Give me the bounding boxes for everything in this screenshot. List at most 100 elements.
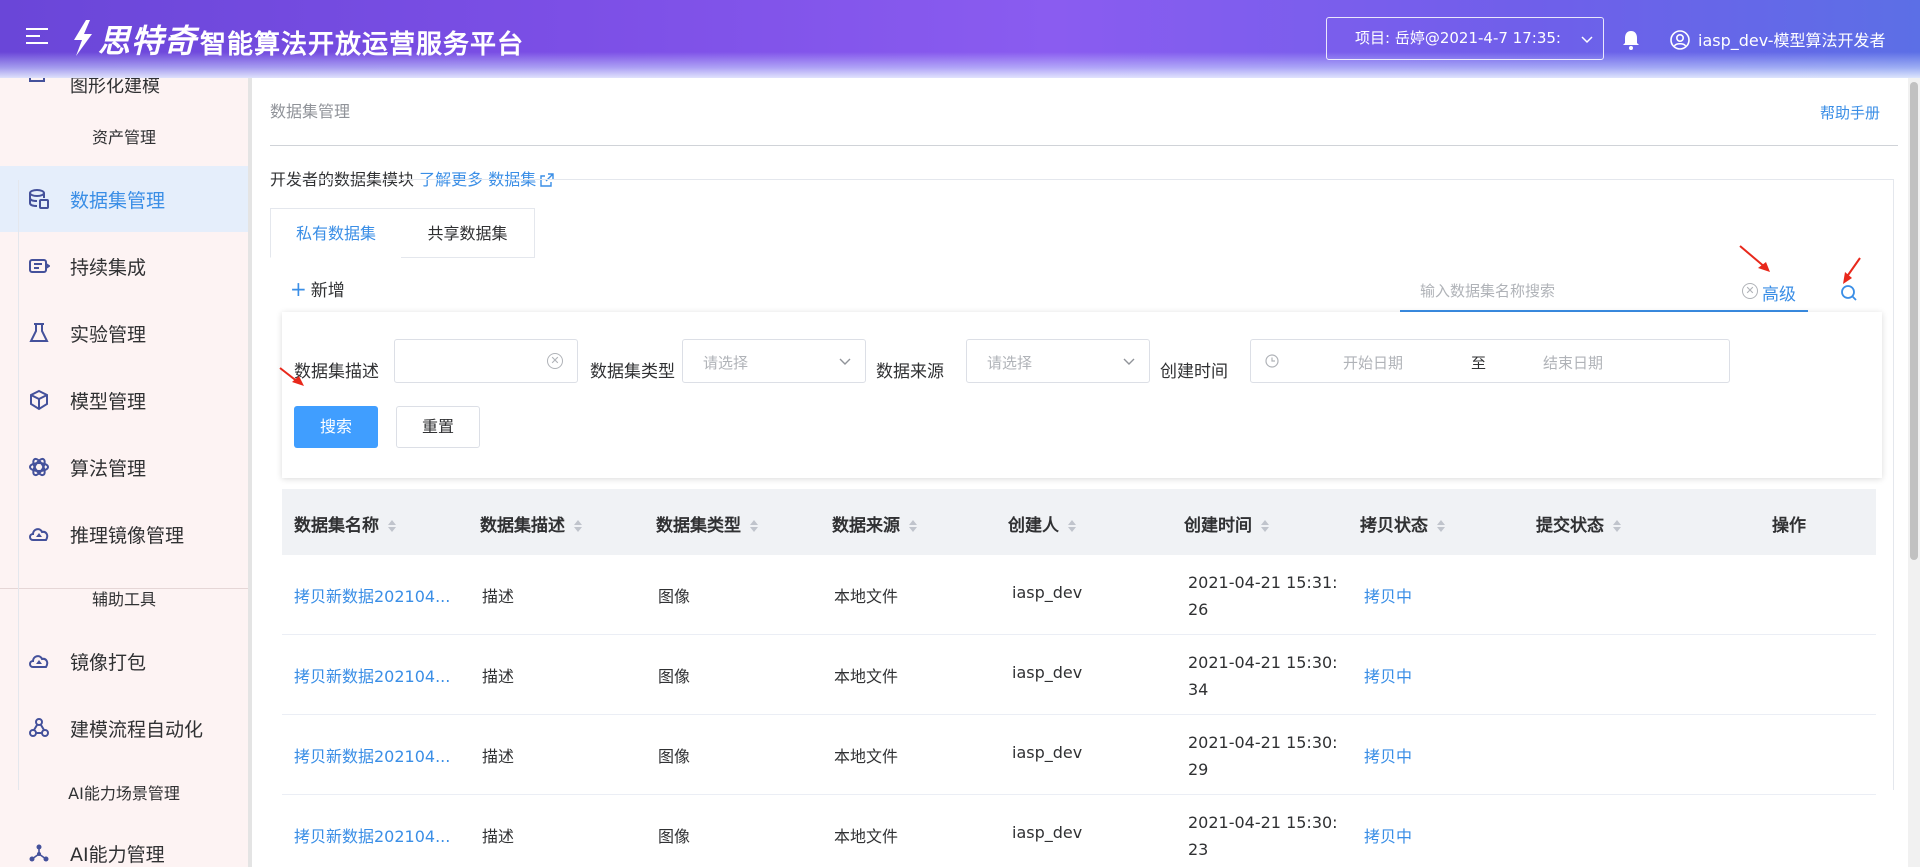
dataset-type: 图像 [658, 587, 691, 606]
cloud-package-icon [29, 655, 49, 668]
col-label: 数据集类型 [656, 516, 741, 536]
clear-icon[interactable]: ✕ [1742, 283, 1758, 299]
sort-icon [1068, 520, 1076, 532]
cloud-icon [29, 528, 49, 541]
filter-time-label: 创建时间 [1160, 362, 1228, 382]
copy-status[interactable]: 拷贝中 [1364, 823, 1412, 847]
sort-icon [1613, 520, 1621, 532]
search-button[interactable]: 搜索 [294, 406, 378, 448]
dataset-desc: 描述 [482, 667, 515, 686]
col-creator[interactable]: 创建人 [1008, 511, 1077, 536]
database-icon [29, 189, 49, 209]
scrollbar-thumb[interactable] [1910, 82, 1918, 560]
creator: iasp_dev [1012, 583, 1083, 602]
filter-type-select[interactable]: 请选择 [682, 339, 866, 383]
sidebar-item-image-package[interactable]: 镜像打包 [0, 628, 248, 694]
advanced-filter-panel: 数据集描述 ✕ 数据集类型 请选择 数据来源 请选择 创建时间 开始日期 至 结… [282, 312, 1882, 478]
dataset-name-link[interactable]: 拷贝新数据202104... [294, 583, 454, 607]
network-icon [29, 844, 49, 862]
sort-icon [388, 520, 396, 532]
sort-icon [1261, 520, 1269, 532]
sidebar-item-label: 推理镜像管理 [70, 525, 185, 547]
add-button[interactable]: + 新增 [290, 276, 345, 301]
dataset-desc: 描述 [482, 587, 515, 606]
page-scrollbar[interactable] [1908, 78, 1920, 867]
flow-icon [29, 718, 49, 737]
sidebar-item-ci[interactable]: 持续集成 [0, 233, 248, 299]
col-dataset-type[interactable]: 数据集类型 [656, 511, 759, 536]
dataset-name-link[interactable]: 拷贝新数据202104... [294, 743, 454, 767]
sidebar-group-tools: 辅助工具 [91, 590, 156, 609]
sidebar-item-label: 镜像打包 [70, 652, 147, 674]
chevron-down-icon [1581, 36, 1593, 44]
advanced-search-link[interactable]: 高级 [1762, 280, 1796, 305]
dataset-name-link[interactable]: 拷贝新数据202104... [294, 823, 454, 847]
tab-frame-left [18, 180, 19, 790]
add-label: 新增 [310, 281, 345, 301]
filter-source-select[interactable]: 请选择 [966, 339, 1150, 383]
clear-icon[interactable]: ✕ [547, 353, 563, 369]
user-menu[interactable]: iasp_dev-模型算法开发者 [1670, 27, 1886, 51]
col-create-time[interactable]: 创建时间 [1184, 511, 1270, 536]
filter-desc-input[interactable]: ✕ [394, 339, 578, 383]
sidebar-item-label: AI能力管理 [70, 844, 165, 866]
plus-icon: + [290, 277, 307, 301]
sidebar-item-label: 持续集成 [70, 257, 147, 279]
sort-icon [574, 520, 582, 532]
col-dataset-name[interactable]: 数据集名称 [294, 511, 397, 536]
annotation-arrow-icon [1843, 257, 1861, 284]
reset-button[interactable]: 重置 [396, 406, 480, 448]
sidebar-item-experiment[interactable]: 实验管理 [0, 300, 248, 366]
data-source: 本地文件 [834, 667, 899, 686]
logo-bolt-icon [74, 20, 92, 56]
annotation-arrow-icon [279, 367, 304, 386]
sidebar-item-model[interactable]: 模型管理 [0, 367, 248, 433]
creator: iasp_dev [1012, 743, 1083, 762]
date-range-separator: 至 [1471, 354, 1487, 372]
table-row: 拷贝新数据202104... 描述 图像 本地文件 iasp_dev 2021-… [282, 635, 1876, 715]
menu-toggle-icon[interactable] [26, 28, 48, 48]
sort-icon [1437, 520, 1445, 532]
dataset-type: 图像 [658, 747, 691, 766]
sort-icon [909, 520, 917, 532]
dataset-name-link[interactable]: 拷贝新数据202104... [294, 663, 454, 687]
creator: iasp_dev [1012, 823, 1083, 842]
sidebar-item-graph-model[interactable]: 图形化建模 [70, 78, 160, 98]
sort-icon [750, 520, 758, 532]
col-copy-status[interactable]: 拷贝状态 [1360, 511, 1446, 536]
col-data-source[interactable]: 数据来源 [832, 511, 918, 536]
sidebar-item-flow-automation[interactable]: 建模流程自动化 [0, 695, 248, 761]
create-time: 2021-04-21 15:31:26 [1188, 573, 1338, 619]
filter-type-label: 数据集类型 [590, 362, 675, 382]
annotation-arrow-icon [1739, 245, 1770, 272]
col-label: 拷贝状态 [1360, 516, 1428, 536]
sidebar-item-dataset[interactable]: 数据集管理 [0, 166, 248, 232]
col-label: 创建时间 [1184, 516, 1252, 536]
graph-model-icon [29, 78, 45, 82]
project-select[interactable]: 项目: 岳婷@2021-4-7 17:35: [1326, 17, 1604, 60]
data-source: 本地文件 [834, 587, 899, 606]
copy-status[interactable]: 拷贝中 [1364, 663, 1412, 687]
col-submit-status[interactable]: 提交状态 [1536, 511, 1622, 536]
col-dataset-desc[interactable]: 数据集描述 [480, 511, 583, 536]
sidebar-item-ai-capability[interactable]: AI能力管理 [0, 820, 248, 867]
pipeline-icon [29, 259, 50, 273]
tab-content: +新增 ✕ 高级 数据集描述 ✕ 数据集类型 请选择 数据来源 请选择 创建时间… [252, 78, 1908, 867]
start-date-placeholder: 开始日期 [1343, 354, 1404, 372]
sidebar-item-algorithm[interactable]: 算法管理 [0, 434, 248, 500]
copy-status[interactable]: 拷贝中 [1364, 743, 1412, 767]
dataset-name-search-input[interactable] [1400, 272, 1730, 310]
sidebar-item-label: 模型管理 [70, 391, 147, 413]
copy-status[interactable]: 拷贝中 [1364, 583, 1412, 607]
sidebar-item-inference-image[interactable]: 推理镜像管理 [0, 501, 248, 567]
logo-text: 思特奇 [98, 22, 198, 60]
create-time: 2021-04-21 15:30:29 [1188, 733, 1338, 779]
sidebar-item-label: 数据集管理 [70, 190, 166, 212]
user-avatar-icon [1670, 30, 1690, 50]
sidebar-group-assets: 资产管理 [91, 128, 156, 147]
bell-icon[interactable] [1622, 30, 1640, 50]
dataset-type: 图像 [658, 827, 691, 846]
chevron-down-icon [1123, 358, 1135, 365]
end-date-placeholder: 结束日期 [1543, 354, 1604, 372]
filter-date-range[interactable]: 开始日期 至 结束日期 [1250, 339, 1730, 383]
